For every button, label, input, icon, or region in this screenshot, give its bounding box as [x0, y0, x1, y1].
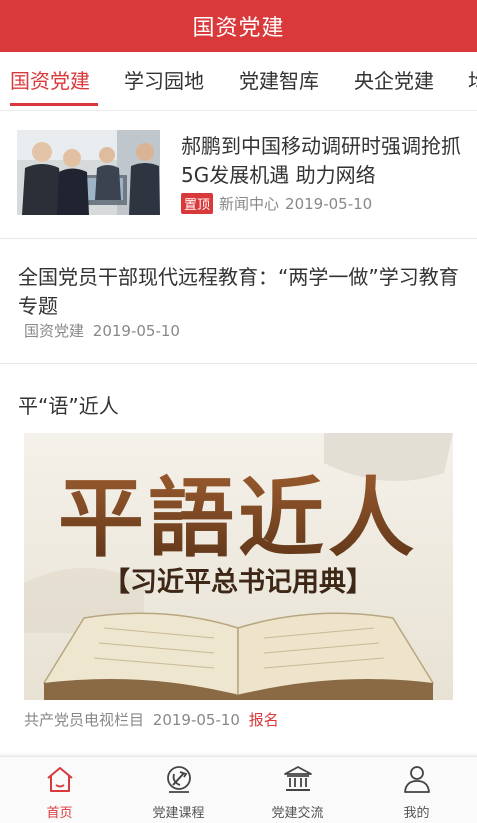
- nav-home[interactable]: 首页: [0, 757, 119, 823]
- news-source: 共产党员电视栏目: [24, 711, 145, 729]
- news-source: 新闻中心: [219, 195, 280, 213]
- news-banner-image[interactable]: 平語近人 【习近平总书记用典】: [24, 433, 453, 700]
- tab-dangjian-zhiku[interactable]: 党建智库: [239, 52, 319, 110]
- divider: [0, 238, 477, 239]
- news-source: 国资党建: [24, 322, 85, 340]
- app-header: 国资党建: [0, 0, 477, 52]
- home-icon: [46, 767, 73, 792]
- banner-subtitle-text: 【习近平总书记用典】: [103, 567, 373, 598]
- tab-xuexi-yuandi[interactable]: 学习园地: [124, 52, 204, 110]
- news-title[interactable]: 平“语”近人: [18, 390, 119, 419]
- nav-label: 党建交流: [271, 806, 324, 821]
- news-date: 2019-05-10: [285, 194, 373, 213]
- news-title[interactable]: 全国党员干部现代远程教育：“两学一做”学习教育专题: [18, 263, 466, 321]
- list-item[interactable]: 郝鹏到中国移动调研时强调抢抓5G发展机遇 助力网络 置顶 新闻中心 2019-0…: [0, 120, 477, 238]
- party-emblem-icon: [166, 766, 191, 793]
- news-title[interactable]: 郝鹏到中国移动调研时强调抢抓5G发展机遇 助力网络: [181, 132, 467, 190]
- bottom-nav: 首页 党建课程 党建交流 我的: [0, 756, 477, 823]
- user-icon: [403, 766, 430, 793]
- news-thumbnail: [17, 130, 160, 215]
- nav-label: 首页: [46, 806, 73, 821]
- news-meta: 置顶 新闻中心 2019-05-10: [181, 193, 372, 214]
- tab-partial-next[interactable]: 均: [468, 52, 477, 110]
- news-date: 2019-05-10: [92, 322, 180, 340]
- news-meta: 共产党员电视栏目 2019-05-10 报名: [24, 709, 279, 730]
- bank-icon: [283, 766, 312, 791]
- tab-guozi-dangjian[interactable]: 国资党建: [10, 52, 90, 110]
- nav-label: 党建课程: [152, 806, 205, 821]
- news-date: 2019-05-10: [152, 711, 240, 729]
- banner-title-text: 平語近人: [58, 468, 418, 569]
- tab-yangqi-dangjian[interactable]: 央企党建: [354, 52, 434, 110]
- news-meta: 国资党建 2019-05-10: [24, 320, 180, 341]
- nav-party-exchange[interactable]: 党建交流: [238, 757, 357, 823]
- page-title: 国资党建: [192, 16, 285, 41]
- nav-label: 我的: [403, 806, 430, 821]
- pinned-badge: 置顶: [181, 193, 214, 214]
- nav-mine[interactable]: 我的: [357, 757, 476, 823]
- active-tab-indicator: [10, 103, 98, 106]
- divider: [0, 363, 477, 364]
- nav-party-courses[interactable]: 党建课程: [119, 757, 238, 823]
- signup-link[interactable]: 报名: [249, 711, 279, 729]
